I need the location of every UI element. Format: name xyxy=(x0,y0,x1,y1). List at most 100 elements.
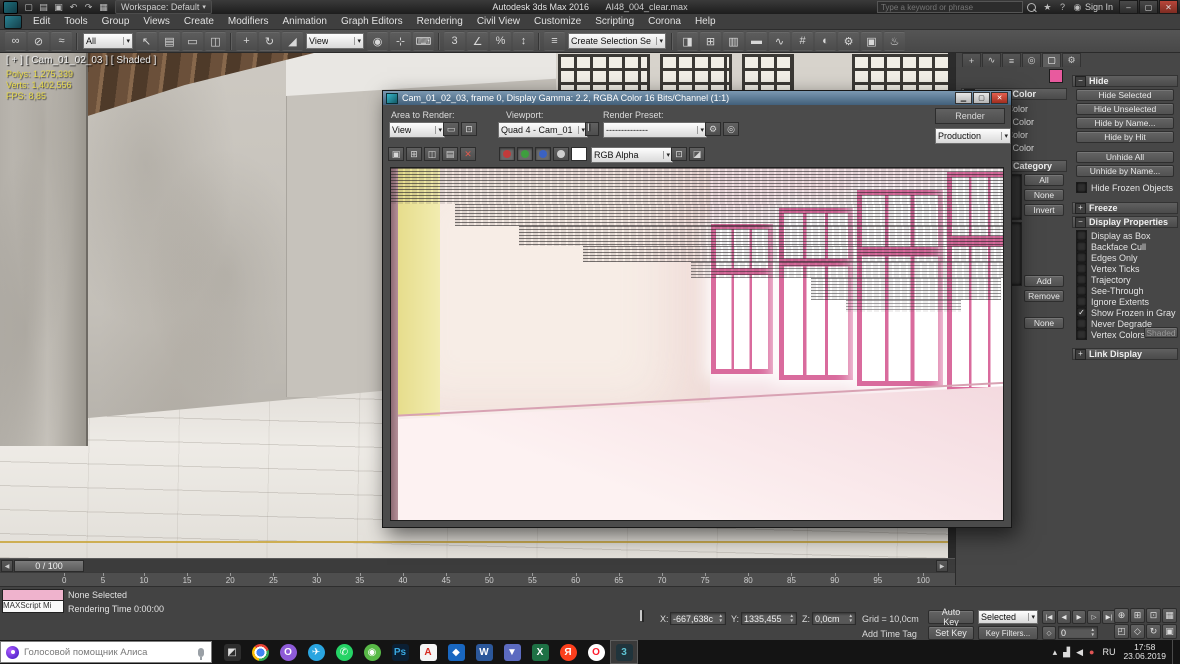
taskbar-search[interactable]: Голосовой помощник Алиса xyxy=(0,641,212,663)
taskbar-acrobat[interactable]: A xyxy=(414,640,442,664)
taskbar-word[interactable]: W xyxy=(470,640,498,664)
taskbar-3dsmax[interactable]: 3 xyxy=(610,640,638,664)
angle-snap-icon[interactable]: ∠ xyxy=(467,31,488,51)
select-and-move-icon[interactable]: + xyxy=(236,31,257,51)
taskbar-app-grid[interactable]: ◩ xyxy=(218,640,246,664)
pan-icon[interactable]: ◰ xyxy=(1114,624,1129,639)
new-scene-icon[interactable]: ▢ xyxy=(21,1,36,13)
select-and-rotate-icon[interactable]: ↻ xyxy=(259,31,280,51)
field-of-view-icon[interactable]: ◇ xyxy=(1130,624,1145,639)
bind-to-space-warp-icon[interactable]: ≈ xyxy=(51,31,72,51)
taskbar-yandex[interactable]: Я xyxy=(554,640,582,664)
save-image-icon[interactable]: ▣ xyxy=(388,147,404,161)
menu-item[interactable]: Tools xyxy=(57,15,94,28)
blue-channel-icon[interactable] xyxy=(535,147,551,161)
keyboard-override-icon[interactable]: ⌨ xyxy=(413,31,434,51)
menu-item[interactable]: Create xyxy=(177,15,221,28)
print-image-icon[interactable]: ▤ xyxy=(442,147,458,161)
menu-item[interactable]: Graph Editors xyxy=(334,15,410,28)
rfw-close-button[interactable]: ✕ xyxy=(991,92,1008,104)
taskbar-opera[interactable]: O xyxy=(582,640,610,664)
menu-item[interactable]: Customize xyxy=(527,15,588,28)
language-indicator[interactable]: RU xyxy=(1100,647,1117,657)
material-editor-icon[interactable]: ◐ xyxy=(815,31,836,51)
viewport-lock-icon[interactable] xyxy=(585,122,599,136)
viewport-label[interactable]: [ + ] [ Cam_01_02_03 ] [ Shaded ] xyxy=(6,55,156,66)
close-button[interactable]: ✕ xyxy=(1159,0,1178,14)
selection-region-icon[interactable]: ▭ xyxy=(182,31,203,51)
rendered-image[interactable] xyxy=(390,167,1004,521)
zoom-all-icon[interactable]: ⊞ xyxy=(1130,608,1145,623)
rollout-freeze[interactable]: + Freeze xyxy=(1072,202,1178,214)
copy-image-icon[interactable]: ⊞ xyxy=(406,147,422,161)
layer-manager-icon[interactable]: ▥ xyxy=(723,31,744,51)
rendered-frame-icon[interactable]: ▣ xyxy=(861,31,882,51)
property-checkbox[interactable]: Display as Box xyxy=(1076,230,1176,241)
tray-alert-icon[interactable]: ● xyxy=(1089,647,1094,657)
red-channel-icon[interactable] xyxy=(499,147,515,161)
zoom-icon[interactable]: ⊕ xyxy=(1114,608,1129,623)
alpha-channel-icon[interactable] xyxy=(553,147,569,161)
select-and-manipulate-icon[interactable]: ⊹ xyxy=(390,31,411,51)
app-menu-icon[interactable] xyxy=(4,14,22,29)
environment-icon[interactable]: ◎ xyxy=(723,122,739,136)
open-file-icon[interactable]: ▤ xyxy=(36,1,51,13)
schematic-view-icon[interactable]: # xyxy=(792,31,813,51)
taskbar-save-app[interactable]: ▼ xyxy=(498,640,526,664)
favorites-star-icon[interactable]: ★ xyxy=(1040,1,1055,13)
clear-image-icon[interactable]: ✕ xyxy=(460,147,476,161)
category-button[interactable]: All xyxy=(1024,174,1064,186)
render-button[interactable]: Render xyxy=(935,108,1005,124)
next-frame-arrow[interactable]: ▶ xyxy=(936,560,948,572)
property-checkbox[interactable]: Edges Only xyxy=(1076,252,1176,263)
clock[interactable]: 17:58 23.06.2019 xyxy=(1123,643,1166,661)
use-pivot-center-icon[interactable]: ◉ xyxy=(367,31,388,51)
hide-button[interactable]: Hide by Name... xyxy=(1076,117,1174,129)
property-checkbox[interactable]: Show Frozen in Gray xyxy=(1076,307,1176,318)
mirror-icon[interactable]: ◨ xyxy=(677,31,698,51)
shaded-button[interactable]: Shaded xyxy=(1144,327,1178,338)
taskbar-excel[interactable]: X xyxy=(526,640,554,664)
list-button[interactable]: Add xyxy=(1024,275,1064,287)
tab-utilities[interactable]: ⚙ xyxy=(1062,53,1081,67)
auto-region-icon[interactable]: ⊡ xyxy=(461,122,477,136)
previous-frame-arrow[interactable]: ◀ xyxy=(1,560,13,572)
add-time-tag[interactable]: Add Time Tag xyxy=(862,629,917,639)
named-selection-sets-dropdown[interactable]: Create Selection Se xyxy=(568,33,666,49)
object-color-swatch[interactable] xyxy=(1049,69,1063,83)
hide-frozen-checkbox[interactable]: Hide Frozen Objects xyxy=(1076,182,1173,193)
menu-item[interactable]: Scripting xyxy=(588,15,641,28)
taskbar-telegram[interactable]: ✈ xyxy=(302,640,330,664)
align-icon[interactable]: ⊞ xyxy=(700,31,721,51)
production-dropdown[interactable]: Production xyxy=(935,128,1011,144)
rollout-hide[interactable]: − Hide xyxy=(1072,75,1178,87)
menu-item[interactable]: Edit xyxy=(26,15,57,28)
area-to-render-dropdown[interactable]: View xyxy=(389,122,445,138)
menu-item[interactable]: Rendering xyxy=(410,15,470,28)
render-production-icon[interactable]: ♨ xyxy=(884,31,905,51)
menu-item[interactable]: Civil View xyxy=(470,15,527,28)
snapshot-icon[interactable]: ⊡ xyxy=(671,147,687,161)
menu-item[interactable]: Animation xyxy=(275,15,333,28)
orbit-icon[interactable]: ↻ xyxy=(1146,624,1161,639)
key-filters-button[interactable]: Key Filters... xyxy=(978,626,1038,640)
channel-display-dropdown[interactable]: RGB Alpha xyxy=(591,147,673,163)
redo-icon[interactable]: ↷ xyxy=(81,1,96,13)
taskbar-chrome[interactable] xyxy=(246,640,274,664)
selection-filter-dropdown[interactable]: All xyxy=(83,33,133,49)
ribbon-icon[interactable]: ▬ xyxy=(746,31,767,51)
key-mode-toggle[interactable]: ◇ xyxy=(1042,626,1056,640)
help-icon[interactable]: ? xyxy=(1055,1,1070,13)
menu-item[interactable]: Help xyxy=(688,15,723,28)
unhide-button[interactable]: Unhide All xyxy=(1076,151,1174,163)
show-desktop-button[interactable] xyxy=(1172,640,1178,664)
undo-icon[interactable]: ↶ xyxy=(66,1,81,13)
go-to-start-button[interactable]: |◀ xyxy=(1042,610,1056,624)
category-button[interactable]: Invert xyxy=(1024,204,1064,216)
taskbar-blue-app[interactable]: ◆ xyxy=(442,640,470,664)
selection-lock-icon[interactable] xyxy=(640,610,654,625)
menu-item[interactable]: Modifiers xyxy=(221,15,276,28)
rollout-display-properties[interactable]: − Display Properties xyxy=(1072,216,1178,228)
time-slider[interactable]: ◀ 0 / 100 ▶ xyxy=(0,558,955,573)
rollout-link-display[interactable]: + Link Display xyxy=(1072,348,1178,360)
